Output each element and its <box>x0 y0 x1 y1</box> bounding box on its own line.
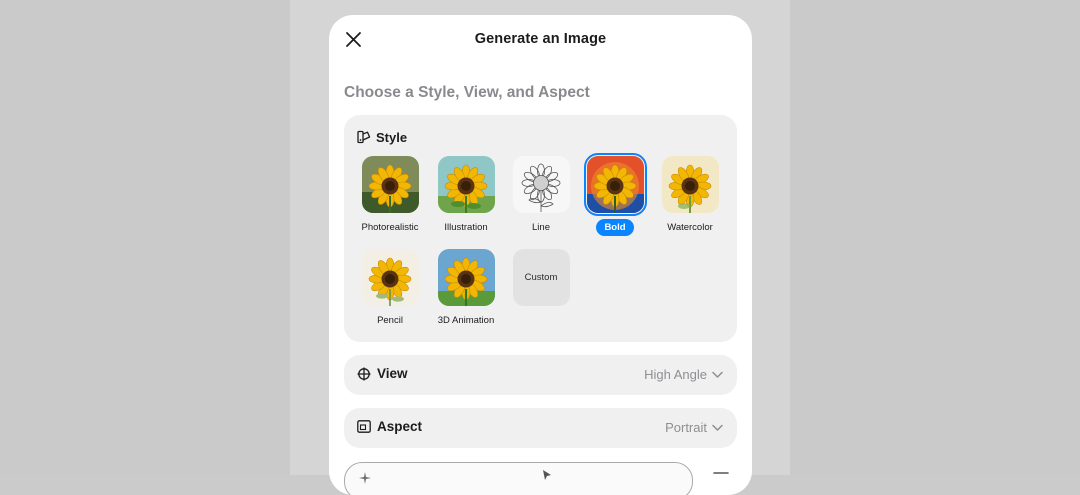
illustration-thumbnail <box>437 156 495 213</box>
aspect-value: Portrait <box>665 420 707 435</box>
chevron-down-icon <box>712 371 723 378</box>
menu-icon <box>713 472 729 474</box>
line-thumbnail <box>512 156 570 213</box>
aspect-value-wrap: Portrait <box>665 420 723 435</box>
crosshair-icon <box>357 367 371 380</box>
prompt-input[interactable] <box>344 462 693 495</box>
style-option-label: Illustration <box>444 222 488 233</box>
sparkle-icon <box>359 472 371 484</box>
style-brush-icon <box>357 130 371 144</box>
style-option-pencil[interactable]: Pencil <box>360 249 420 326</box>
style-option-illustration[interactable]: Illustration <box>436 156 496 233</box>
style-option-photorealistic[interactable]: Photorealistic <box>360 156 420 233</box>
style-option-label: Photorealistic <box>361 222 419 233</box>
aspect-selector[interactable]: Aspect Portrait <box>344 408 737 448</box>
background-left <box>0 0 290 475</box>
view-label: View <box>377 366 408 381</box>
aspect-label: Aspect <box>377 419 423 434</box>
aspect-frame-icon <box>357 420 371 433</box>
view-value: High Angle <box>644 367 707 382</box>
style-option-label: Pencil <box>377 315 403 326</box>
view-value-wrap: High Angle <box>644 367 723 382</box>
style-option-bold[interactable]: Bold <box>583 153 647 236</box>
style-option-line[interactable]: Line <box>511 156 571 233</box>
style-label: Style <box>376 129 408 145</box>
bold-thumbnail <box>583 153 647 216</box>
style-option-label: 3D Animation <box>437 315 495 326</box>
view-selector[interactable]: View High Angle <box>344 355 737 395</box>
chevron-down-icon <box>712 424 723 431</box>
photorealistic-thumbnail <box>361 156 419 213</box>
cursor-icon <box>543 470 551 480</box>
more-button[interactable] <box>703 462 739 495</box>
pencil-thumbnail <box>361 249 419 306</box>
style-header: Style <box>357 128 407 146</box>
selected-style-pill: Bold <box>596 219 634 236</box>
style-option-custom[interactable]: Custom <box>511 249 571 306</box>
style-option-label: Watercolor <box>667 222 713 233</box>
generate-image-sheet: Generate an Image Choose a Style, View, … <box>329 15 752 495</box>
style-option-watercolor[interactable]: Watercolor <box>660 156 720 233</box>
sheet-header: Generate an Image <box>329 15 752 65</box>
custom-thumbnail: Custom <box>512 249 570 306</box>
background-right <box>790 0 1080 475</box>
watercolor-thumbnail <box>661 156 719 213</box>
3d-animation-thumbnail <box>437 249 495 306</box>
style-option-3d-animation[interactable]: 3D Animation <box>436 249 496 326</box>
sheet-title: Generate an Image <box>474 31 607 47</box>
view-row-label: View <box>357 366 408 381</box>
style-option-label: Line <box>532 222 550 233</box>
section-title: Choose a Style, View, and Aspect <box>344 84 590 101</box>
style-card: Style Photorealistic Illustration Line B… <box>344 115 737 342</box>
aspect-row-label: Aspect <box>357 419 422 434</box>
